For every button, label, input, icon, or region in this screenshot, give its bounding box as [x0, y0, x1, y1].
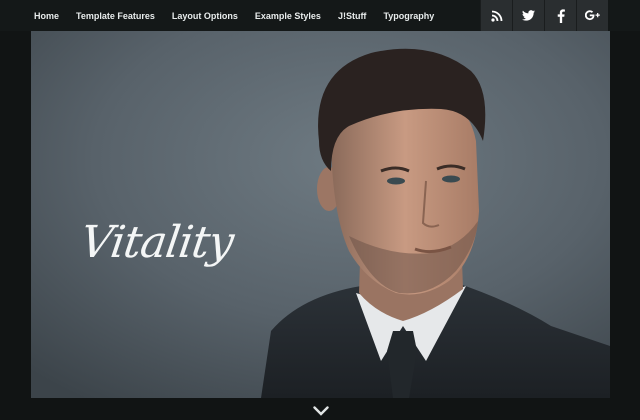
- nav-item-template-features[interactable]: Template Features: [76, 11, 155, 21]
- facebook-button[interactable]: [544, 0, 576, 31]
- social-links: [480, 0, 608, 31]
- nav-item-jstuff[interactable]: J!Stuff: [338, 11, 367, 21]
- top-bar: Home Template Features Layout Options Ex…: [0, 0, 640, 31]
- facebook-icon: [557, 8, 565, 23]
- main-nav: Home Template Features Layout Options Ex…: [34, 0, 451, 31]
- google-plus-button[interactable]: [576, 0, 608, 31]
- google-plus-icon: [585, 10, 600, 21]
- hero-banner: Vitality: [31, 31, 610, 398]
- rss-icon: [490, 10, 502, 22]
- chevron-down-icon[interactable]: [313, 406, 329, 416]
- rss-button[interactable]: [480, 0, 512, 31]
- site-logo[interactable]: Vitality: [77, 217, 236, 268]
- twitter-button[interactable]: [512, 0, 544, 31]
- nav-item-example-styles[interactable]: Example Styles: [255, 11, 321, 21]
- portrait-image: [31, 31, 610, 398]
- nav-item-home[interactable]: Home: [34, 11, 59, 21]
- nav-item-typography[interactable]: Typography: [383, 11, 434, 21]
- twitter-icon: [522, 10, 535, 21]
- nav-item-layout-options[interactable]: Layout Options: [172, 11, 238, 21]
